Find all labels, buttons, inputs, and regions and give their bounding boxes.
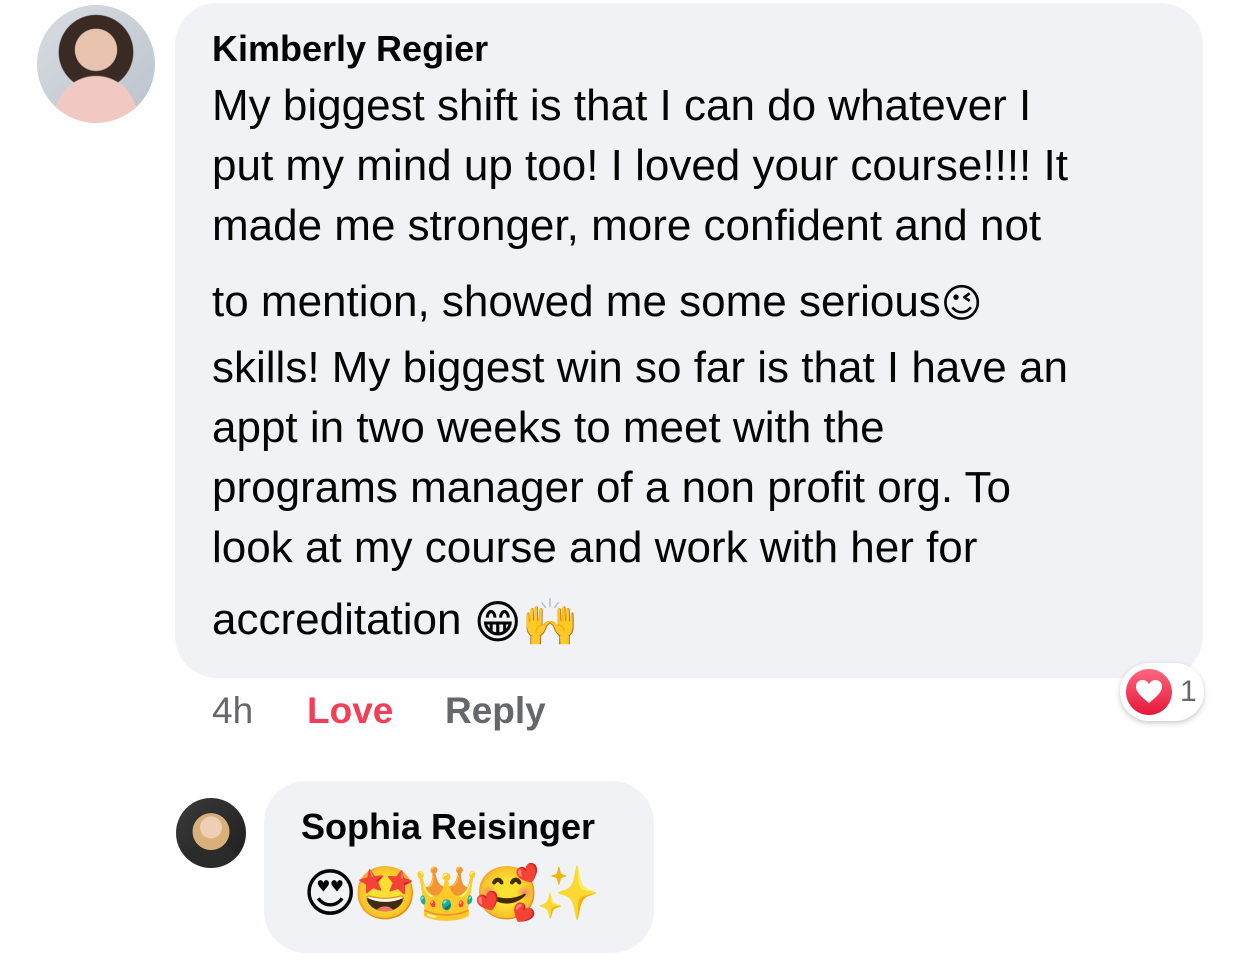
comment-line: to mention, showed me some serious xyxy=(212,277,941,326)
reaction-count: 1 xyxy=(1180,675,1197,708)
love-button[interactable]: Love xyxy=(307,690,393,732)
comment-line: made me stronger, more confident and not xyxy=(212,201,1042,250)
reaction-summary[interactable]: 1 xyxy=(1120,663,1204,721)
comment-line: programs manager of a non profit org. To xyxy=(212,463,1011,512)
reply-author[interactable]: Sophia Reisinger xyxy=(301,806,595,848)
grinning-raised-hands-emoji: 😁🙌 xyxy=(473,596,579,649)
reply-emojis: 😍🤩👑🥰✨ xyxy=(303,865,600,923)
winking-face-emoji: 😉 xyxy=(940,282,983,327)
comment-timestamp[interactable]: 4h xyxy=(212,690,253,732)
comment-line: look at my course and work with her for xyxy=(212,523,978,572)
comment-line: My biggest shift is that I can do whatev… xyxy=(212,81,1032,130)
comment-author[interactable]: Kimberly Regier xyxy=(212,28,488,70)
comment-line: put my mind up too! I loved your course!… xyxy=(212,141,1068,190)
comment-line: accreditation xyxy=(212,595,462,644)
heart-icon xyxy=(1126,669,1172,715)
reply-button[interactable]: Reply xyxy=(445,690,546,732)
comment-line-with-emoji: to mention, showed me some serious😉 xyxy=(212,277,983,327)
comment-line: skills! My biggest win so far is that I … xyxy=(212,343,1068,392)
comment-line-with-emoji: accreditation 😁🙌 xyxy=(212,595,579,649)
avatar-sophia[interactable] xyxy=(176,798,246,868)
avatar-kimberly[interactable] xyxy=(37,5,155,123)
comment-line: appt in two weeks to meet with the xyxy=(212,403,885,452)
